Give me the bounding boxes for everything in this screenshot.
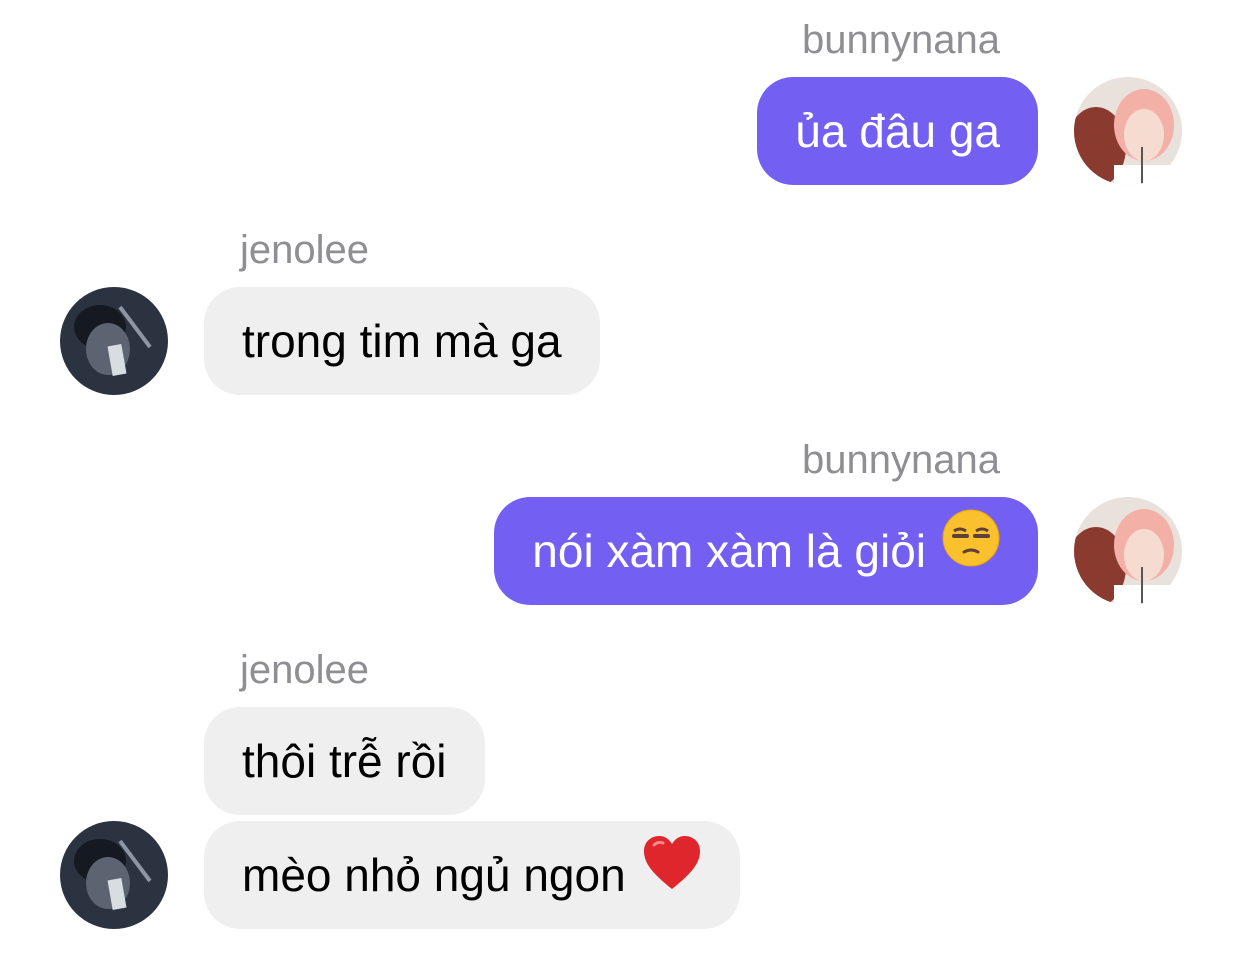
message-text: nói xàm xàm là giỏi — [532, 525, 926, 577]
incoming-message-bubble[interactable]: mèo nhỏ ngủ ngon — [204, 821, 740, 929]
incoming-message-bubble[interactable]: trong tim mà ga — [204, 287, 600, 395]
outgoing-message-bubble[interactable]: ủa đâu ga — [757, 77, 1038, 185]
sender-name: bunnynana — [802, 438, 1000, 482]
message-text: ủa đâu ga — [795, 105, 1000, 157]
outgoing-message-bubble[interactable]: nói xàm xàm là giỏi — [494, 497, 1038, 605]
avatar-bunnynana[interactable] — [1074, 77, 1182, 185]
message-text: thôi trễ rồi — [242, 735, 447, 787]
chat-thread: bunnynana ủa đâu ga jenolee trong tim mà… — [0, 0, 1242, 960]
sender-name: jenolee — [240, 228, 370, 272]
avatar-jenolee[interactable] — [60, 821, 168, 929]
sender-name: bunnynana — [802, 18, 1000, 62]
message-text: mèo nhỏ ngủ ngon — [242, 849, 626, 901]
red-heart-icon — [642, 821, 702, 929]
avatar-bunnynana[interactable] — [1074, 497, 1182, 605]
avatar-jenolee[interactable] — [60, 287, 168, 395]
unamused-face-icon — [942, 497, 1000, 605]
incoming-message-bubble[interactable]: thôi trễ rồi — [204, 707, 485, 815]
message-text: trong tim mà ga — [242, 315, 562, 367]
sender-name: jenolee — [240, 648, 370, 692]
